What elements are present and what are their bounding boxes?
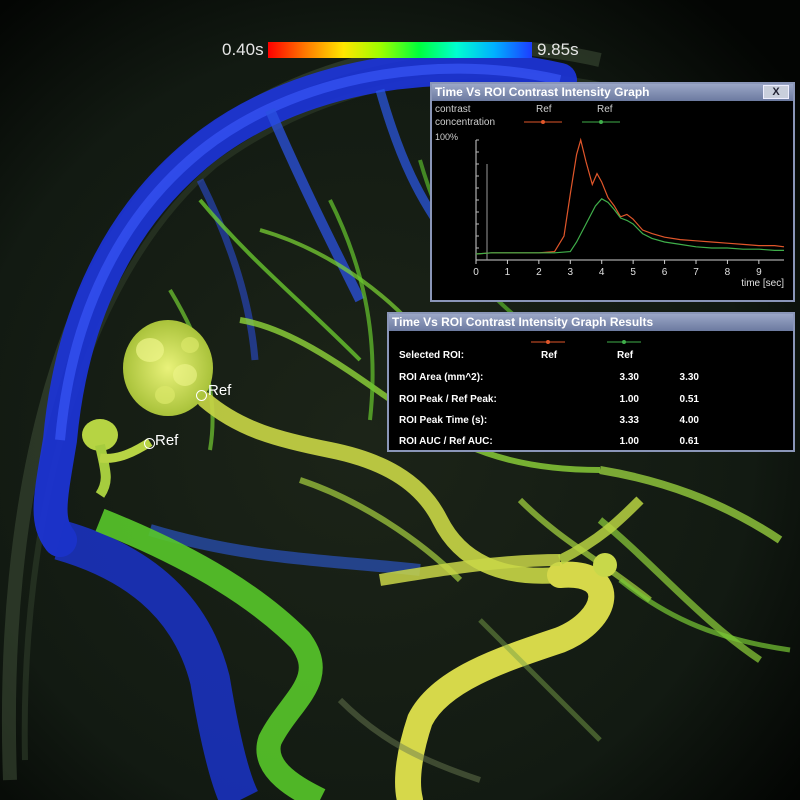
results-row-value-1: 1.00 bbox=[619, 436, 639, 447]
series-line-1 bbox=[475, 137, 785, 255]
colorbar-max-label: 9.85s bbox=[537, 40, 579, 59]
results-row-label: ROI Peak Time (s): bbox=[399, 415, 488, 426]
results-col1-name: Ref bbox=[541, 350, 558, 361]
colorbar-min-label: 0.40s bbox=[222, 40, 264, 59]
x-tick-label: 0 bbox=[473, 267, 479, 278]
x-tick-label: 7 bbox=[693, 267, 699, 278]
results-row-value-2: 4.00 bbox=[679, 415, 699, 426]
legend-series-2-dot bbox=[599, 120, 603, 124]
x-tick-label: 1 bbox=[505, 267, 511, 278]
results-row-value-2: 0.61 bbox=[679, 436, 699, 447]
series-line-2 bbox=[475, 198, 784, 255]
x-tick-label: 2 bbox=[536, 267, 542, 278]
results-window-title: Time Vs ROI Contrast Intensity Graph Res… bbox=[392, 315, 654, 329]
contrast-intensity-chart: 0 1 2 3 4 5 6 7 8 9time [sec] bbox=[473, 137, 785, 289]
results-col2-name: Ref bbox=[617, 350, 634, 361]
results-col2-dot bbox=[622, 340, 626, 344]
roi-marker-1-label: Ref bbox=[208, 382, 232, 399]
graph-window-titlebar[interactable]: Time Vs ROI Contrast Intensity Graph X bbox=[432, 84, 793, 101]
results-header-row: Selected ROI: Ref Ref bbox=[399, 350, 779, 366]
results-row-value-1: 3.30 bbox=[619, 372, 639, 383]
results-row: ROI AUC / Ref AUC: 1.00 0.61 bbox=[399, 436, 779, 452]
results-row-value-1: 3.33 bbox=[619, 415, 639, 426]
roi-marker-1[interactable] bbox=[196, 390, 207, 401]
legend-series-1-dot bbox=[541, 120, 545, 124]
results-row-label: ROI AUC / Ref AUC: bbox=[399, 436, 493, 447]
results-row: ROI Area (mm^2): 3.30 3.30 bbox=[399, 372, 779, 388]
roi-marker-2-label: Ref bbox=[155, 432, 179, 449]
angiogram-viewport[interactable]: 0.40s 9.85s Ref Ref Time Vs ROI Contrast… bbox=[0, 0, 800, 800]
results-row-value-1: 1.00 bbox=[619, 394, 639, 405]
time-colorbar bbox=[268, 42, 532, 58]
close-button[interactable]: X bbox=[763, 85, 789, 99]
x-tick-label: 8 bbox=[725, 267, 731, 278]
x-tick-label: 5 bbox=[630, 267, 636, 278]
x-tick-label: 9 bbox=[756, 267, 762, 278]
roi-marker-2[interactable] bbox=[144, 438, 155, 449]
results-col1-dot bbox=[546, 340, 550, 344]
results-row-value-2: 0.51 bbox=[679, 394, 699, 405]
x-tick-label: 3 bbox=[568, 267, 574, 278]
x-tick-label: 4 bbox=[599, 267, 605, 278]
results-window[interactable]: Time Vs ROI Contrast Intensity Graph Res… bbox=[387, 312, 795, 452]
results-header-label: Selected ROI: bbox=[399, 350, 465, 361]
graph-window-title: Time Vs ROI Contrast Intensity Graph bbox=[435, 85, 650, 99]
results-row: ROI Peak / Ref Peak: 1.00 0.51 bbox=[399, 394, 779, 410]
results-row: ROI Peak Time (s): 3.33 4.00 bbox=[399, 415, 779, 431]
results-row-label: ROI Area (mm^2): bbox=[399, 372, 484, 383]
results-window-titlebar[interactable]: Time Vs ROI Contrast Intensity Graph Res… bbox=[389, 314, 793, 331]
x-tick-label: 6 bbox=[662, 267, 668, 278]
x-axis-label: time [sec] bbox=[741, 278, 784, 289]
results-row-value-2: 3.30 bbox=[679, 372, 699, 383]
graph-window[interactable]: Time Vs ROI Contrast Intensity Graph X c… bbox=[430, 82, 795, 302]
results-row-label: ROI Peak / Ref Peak: bbox=[399, 394, 497, 405]
